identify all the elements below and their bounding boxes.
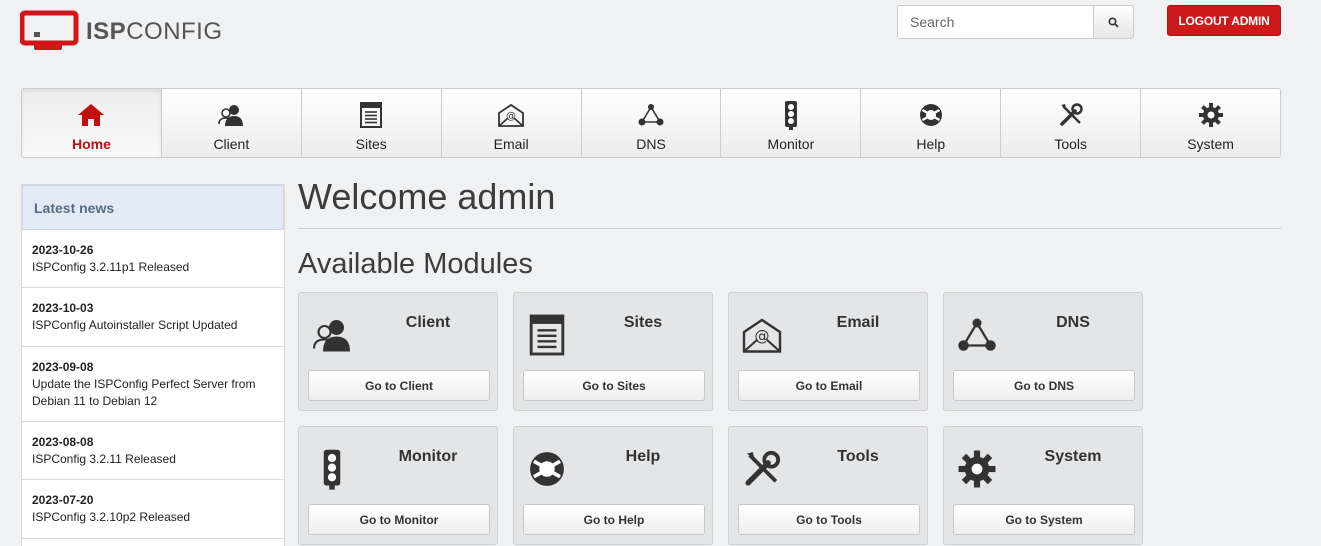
svg-text:@: @ — [506, 111, 516, 122]
module-card-help: Help Go to Help — [513, 426, 713, 545]
main-nav: Home Client Sites @ Email DNS Monitor He… — [21, 88, 1281, 158]
module-title: System — [1044, 448, 1102, 465]
module-title: DNS — [1056, 314, 1090, 331]
home-icon — [77, 102, 105, 128]
module-title: Help — [625, 448, 661, 465]
module-card-system: System Go to System — [943, 426, 1143, 545]
latest-news-title: Latest news — [22, 185, 284, 230]
nav-tools[interactable]: Tools — [1001, 89, 1142, 157]
search-input[interactable] — [897, 5, 1093, 39]
divider — [298, 228, 1281, 229]
monitor-logo-icon — [20, 10, 79, 50]
news-item[interactable]: 2023-08-08 ISPConfig 3.2.11 Released — [22, 422, 284, 480]
nav-system[interactable]: System — [1141, 89, 1280, 157]
client-icon — [217, 102, 245, 128]
go-to-sites-button[interactable]: Go to Sites — [523, 370, 705, 401]
nav-label: DNS — [636, 136, 666, 152]
go-to-monitor-button[interactable]: Go to Monitor — [308, 504, 490, 535]
go-to-client-button[interactable]: Go to Client — [308, 370, 490, 401]
go-to-email-button[interactable]: Go to Email — [738, 370, 920, 401]
module-card-tools: Tools Go to Tools — [728, 426, 928, 545]
go-to-help-button[interactable]: Go to Help — [523, 504, 705, 535]
module-card-email: @ Email Go to Email — [728, 292, 928, 411]
news-date: 2023-10-03 — [32, 301, 94, 315]
news-list: 2023-10-26 ISPConfig 3.2.11p1 Released 2… — [22, 230, 284, 539]
go-to-system-button[interactable]: Go to System — [953, 504, 1135, 535]
nav-help[interactable]: Help — [861, 89, 1002, 157]
logo-text: ISPCONFIG — [86, 18, 223, 45]
nav-label: Tools — [1054, 136, 1088, 152]
nav-client[interactable]: Client — [162, 89, 302, 157]
logout-button[interactable]: LOGOUT ADMIN — [1167, 5, 1281, 36]
news-title[interactable]: ISPConfig Autoinstaller Script Updated — [32, 317, 274, 334]
news-date: 2023-09-08 — [32, 359, 94, 374]
news-date: 2023-08-08 — [32, 434, 94, 449]
email-icon: @ — [740, 313, 784, 357]
nav-monitor[interactable]: Monitor — [721, 89, 862, 157]
module-card-monitor: Monitor Go to Monitor — [298, 426, 498, 545]
tools-icon — [1058, 102, 1084, 128]
system-icon — [1198, 102, 1224, 128]
module-card-sites: Sites Go to Sites — [513, 292, 713, 411]
dns-icon — [637, 102, 665, 128]
sites-icon — [359, 102, 383, 128]
tools-icon — [740, 447, 784, 491]
go-to-dns-button[interactable]: Go to DNS — [953, 370, 1135, 401]
news-title[interactable]: Update the ISPConfig Perfect Server from… — [32, 376, 274, 410]
module-title: Monitor — [398, 448, 458, 465]
news-item[interactable]: 2023-10-26 ISPConfig 3.2.11p1 Released — [22, 230, 284, 288]
available-modules-heading: Available Modules — [298, 248, 533, 280]
news-title[interactable]: ISPConfig 3.2.10p2 Released — [32, 509, 274, 526]
module-title: Tools — [837, 448, 879, 465]
monitor-icon — [310, 447, 354, 491]
sites-icon — [525, 313, 569, 357]
ispconfig-logo[interactable]: ISPCONFIG — [20, 10, 223, 54]
news-item[interactable]: 2023-07-20 ISPConfig 3.2.10p2 Released — [22, 480, 284, 539]
nav-label: Client — [213, 136, 250, 152]
nav-label: Sites — [355, 136, 387, 152]
dns-icon — [955, 313, 999, 357]
email-icon: @ — [497, 102, 525, 128]
help-icon — [918, 102, 944, 128]
news-title[interactable]: ISPConfig 3.2.11p1 Released — [32, 259, 274, 276]
news-title[interactable]: ISPConfig 3.2.11 Released — [32, 451, 274, 468]
nav-home[interactable]: Home — [22, 89, 162, 157]
news-item[interactable]: 2023-09-08 Update the ISPConfig Perfect … — [22, 347, 284, 422]
module-card-dns: DNS Go to DNS — [943, 292, 1143, 411]
help-icon — [525, 447, 569, 491]
nav-email[interactable]: @ Email — [442, 89, 582, 157]
module-title: Email — [836, 314, 880, 331]
welcome-heading: Welcome admin — [298, 176, 556, 217]
monitor-icon — [783, 101, 799, 130]
search-button[interactable] — [1093, 5, 1134, 39]
nav-label: Monitor — [767, 136, 815, 152]
nav-label: System — [1187, 136, 1234, 152]
news-item[interactable]: 2023-10-03 ISPConfig Autoinstaller Scrip… — [22, 288, 284, 347]
nav-sites[interactable]: Sites — [302, 89, 442, 157]
nav-label: Home — [71, 136, 111, 152]
nav-label: Help — [916, 136, 946, 152]
module-title: Client — [405, 314, 451, 331]
nav-label: Email — [493, 136, 529, 152]
nav-dns[interactable]: DNS — [582, 89, 722, 157]
news-date: 2023-07-20 — [32, 493, 94, 507]
client-icon — [310, 313, 354, 357]
system-icon — [955, 447, 999, 491]
go-to-tools-button[interactable]: Go to Tools — [738, 504, 920, 535]
news-date: 2023-10-26 — [32, 242, 94, 257]
search-box — [897, 5, 1134, 39]
svg-text:@: @ — [755, 327, 770, 345]
module-card-client: Client Go to Client — [298, 292, 498, 411]
module-title: Sites — [623, 314, 663, 331]
search-icon — [1108, 16, 1119, 28]
latest-news-panel: Latest news 2023-10-26 ISPConfig 3.2.11p… — [21, 184, 285, 546]
